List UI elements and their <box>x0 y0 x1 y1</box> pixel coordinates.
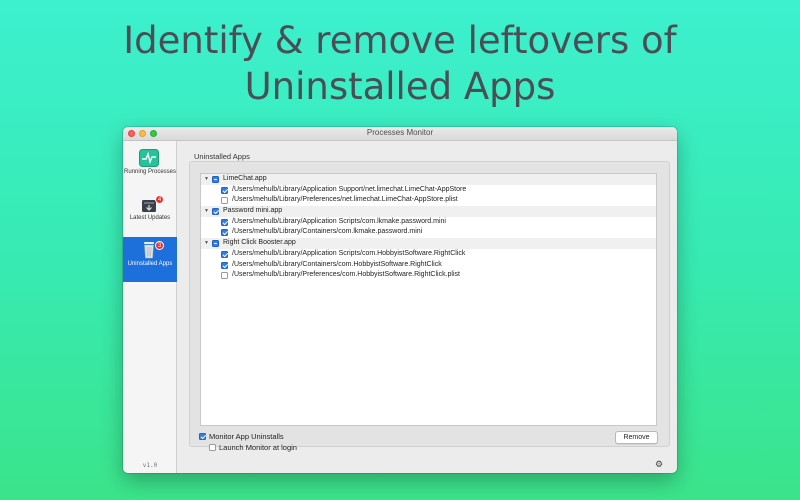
path-checkbox[interactable] <box>221 218 228 226</box>
path-checkbox[interactable] <box>221 197 228 205</box>
leftover-path-row[interactable]: /Users/mehulb/Library/Application Script… <box>201 249 656 260</box>
headline-line-2: Uninstalled Apps <box>244 65 556 108</box>
app-group-checkbox[interactable] <box>212 176 219 183</box>
path-checkbox[interactable] <box>221 272 228 280</box>
path-checkbox[interactable] <box>221 186 228 194</box>
leftover-path: /Users/mehulb/Library/Preferences/net.li… <box>232 196 458 204</box>
sidebar-item-running-processes[interactable]: Running Processes <box>123 145 177 190</box>
section-title: Uninstalled Apps <box>194 152 250 161</box>
leftover-path-row[interactable]: /Users/mehulb/Library/Containers/com.Hob… <box>201 260 656 271</box>
sidebar: Running Processes 4 Latest Updates 3 Uni… <box>123 141 177 473</box>
leftover-path-row[interactable]: /Users/mehulb/Library/Application Suppor… <box>201 185 656 196</box>
remove-button[interactable]: Remove <box>615 431 658 444</box>
leftover-path: /Users/mehulb/Library/Preferences/com.Ho… <box>232 271 460 279</box>
leftover-files-list[interactable]: ▼ LimeChat.app /Users/mehulb/Library/App… <box>200 173 657 426</box>
leftover-path: /Users/mehulb/Library/Application Suppor… <box>232 185 467 193</box>
headline: Identify & remove leftovers of Uninstall… <box>0 18 800 110</box>
app-name: Right Click Booster.app <box>223 239 296 247</box>
leftover-path-row[interactable]: /Users/mehulb/Library/Preferences/net.li… <box>201 195 656 206</box>
version-label: v1.0 <box>142 462 158 469</box>
sidebar-item-uninstalled-apps[interactable]: 3 Uninstalled Apps <box>123 237 177 282</box>
app-name: LimeChat.app <box>223 175 267 182</box>
uninstalled-apps-panel: ▼ LimeChat.app /Users/mehulb/Library/App… <box>189 161 670 447</box>
trash-icon: 3 <box>139 241 164 259</box>
app-group-row[interactable]: ▼ Right Click Booster.app <box>201 238 656 249</box>
app-window: Processes Monitor Running Processes 4 La… <box>123 127 677 473</box>
path-checkbox[interactable] <box>221 250 228 258</box>
leftover-path: /Users/mehulb/Library/Application Script… <box>232 217 446 225</box>
download-box-icon: 4 <box>139 195 164 213</box>
leftover-path-row[interactable]: /Users/mehulb/Library/Containers/com.lkm… <box>201 227 656 238</box>
monitor-uninstalls-checkbox[interactable] <box>199 433 206 440</box>
disclosure-triangle-icon[interactable]: ▼ <box>204 238 209 249</box>
launch-at-login-label: Launch Monitor at login <box>219 443 297 452</box>
leftover-path-row[interactable]: /Users/mehulb/Library/Application Script… <box>201 217 656 228</box>
main-content: Uninstalled Apps ▼ LimeChat.app /Users/m… <box>178 141 677 473</box>
uninstalled-count-badge: 3 <box>155 241 164 250</box>
title-bar[interactable]: Processes Monitor <box>123 127 677 141</box>
updates-count-badge: 4 <box>155 195 164 204</box>
leftover-path: /Users/mehulb/Library/Containers/com.Hob… <box>232 260 442 268</box>
sidebar-item-label: Latest Updates <box>129 215 171 221</box>
sidebar-item-label: Running Processes <box>123 169 177 175</box>
leftover-path: /Users/mehulb/Library/Containers/com.lkm… <box>232 228 423 236</box>
leftover-path-row[interactable]: /Users/mehulb/Library/Preferences/com.Ho… <box>201 270 656 281</box>
path-checkbox[interactable] <box>221 229 228 237</box>
disclosure-triangle-icon[interactable]: ▼ <box>204 206 209 217</box>
window-title: Processes Monitor <box>366 128 434 137</box>
headline-line-1: Identify & remove leftovers of <box>123 19 677 62</box>
sidebar-item-latest-updates[interactable]: 4 Latest Updates <box>123 191 177 236</box>
leftover-path: /Users/mehulb/Library/Application Script… <box>232 249 466 257</box>
app-name: Password mini.app <box>223 207 283 215</box>
app-group-row[interactable]: ▼ Password mini.app <box>201 206 656 217</box>
activity-monitor-icon <box>139 149 159 167</box>
gear-icon[interactable]: ⚙ <box>653 459 665 470</box>
app-group-row[interactable]: ▼ LimeChat.app <box>201 174 656 185</box>
sidebar-item-label: Uninstalled Apps <box>127 261 173 267</box>
app-group-checkbox[interactable] <box>212 240 219 248</box>
disclosure-triangle-icon[interactable]: ▼ <box>204 174 209 185</box>
monitor-uninstalls-label: Monitor App Uninstalls <box>209 432 284 441</box>
path-checkbox[interactable] <box>221 261 228 269</box>
launch-at-login-checkbox[interactable] <box>209 444 216 451</box>
app-group-checkbox[interactable] <box>212 208 219 216</box>
